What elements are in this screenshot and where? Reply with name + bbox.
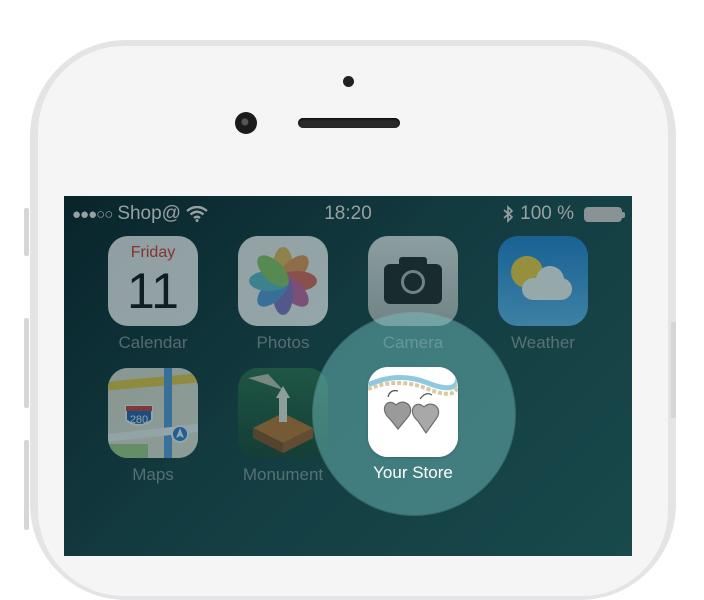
- app-label: Photos: [256, 333, 310, 352]
- calendar-date: 11: [127, 263, 179, 319]
- earpiece-speaker: [298, 118, 400, 128]
- power-button: [671, 322, 676, 418]
- app-label: Weather: [511, 333, 575, 352]
- store-icon: [368, 367, 458, 457]
- app-weather[interactable]: Weather: [488, 236, 598, 353]
- photos-icon: [238, 236, 328, 326]
- volume-up-button: [24, 318, 29, 408]
- app-label: Maps: [132, 465, 174, 484]
- app-calendar[interactable]: Friday 11 Calendar: [98, 236, 208, 353]
- app-maps[interactable]: 280 Maps: [98, 368, 208, 485]
- front-camera: [235, 112, 257, 134]
- maps-icon: 280: [108, 368, 198, 458]
- app-label: Monument: [242, 465, 324, 484]
- highway-shield-number: 280: [130, 414, 148, 426]
- calendar-day: Friday: [130, 244, 176, 261]
- volume-down-button: [24, 440, 29, 530]
- mute-switch: [24, 208, 29, 256]
- proximity-sensor: [343, 76, 354, 87]
- app-photos[interactable]: Photos: [228, 236, 338, 353]
- weather-icon: [498, 236, 588, 326]
- app-label: Your Store: [373, 463, 453, 482]
- app-your-store[interactable]: Your Store: [353, 367, 473, 483]
- app-label: Calendar: [118, 333, 188, 352]
- calendar-icon: Friday 11: [108, 236, 198, 326]
